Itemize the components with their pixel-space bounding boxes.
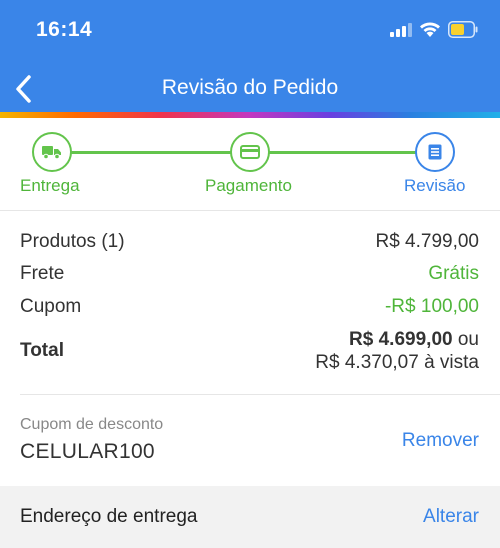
products-label: Produtos (1)	[20, 231, 125, 252]
shipping-value: Grátis	[428, 263, 479, 284]
coupon-summary-label: Cupom	[20, 296, 82, 317]
checkout-stepper: Entrega Pagamento Revisão	[0, 118, 500, 210]
shipping-label: Frete	[20, 263, 65, 284]
step-connector	[269, 151, 416, 154]
total-or: ou	[457, 329, 479, 350]
cellular-signal-icon	[390, 23, 412, 37]
total-value-line: R$ 4.699,00 ou	[349, 329, 479, 351]
page-title: Revisão do Pedido	[161, 76, 339, 99]
header: 16:14 Revisão do Pedido	[0, 0, 500, 112]
step-label-entrega: Entrega	[20, 176, 80, 195]
coupon-summary-value: -R$ 100,00	[384, 296, 479, 317]
truck-icon	[42, 146, 61, 160]
coupon-field-label: Cupom de desconto	[20, 416, 164, 433]
battery-icon	[448, 21, 478, 38]
step-label-revisao: Revisão	[404, 176, 466, 195]
section-divider	[0, 210, 500, 211]
credit-card-icon	[240, 145, 260, 159]
remove-coupon-button[interactable]: Remover	[402, 430, 479, 452]
step-connector	[71, 151, 231, 154]
step-label-pagamento: Pagamento	[205, 176, 292, 195]
section-divider	[20, 394, 500, 395]
step-revisao[interactable]	[415, 132, 455, 172]
address-title: Endereço de entrega	[20, 506, 198, 527]
status-time: 16:14	[36, 18, 93, 41]
status-bar: 16:14	[0, 0, 500, 58]
products-value: R$ 4.799,00	[375, 231, 479, 252]
nav-bar: Revisão do Pedido	[0, 62, 500, 112]
total-value: R$ 4.699,00	[349, 329, 453, 350]
total-label: Total	[20, 340, 64, 361]
coupon-code: CELULAR100	[20, 440, 155, 463]
document-icon	[428, 144, 442, 160]
address-section: Endereço de entrega Alterar	[0, 486, 500, 548]
change-address-button[interactable]: Alterar	[423, 506, 479, 528]
step-entrega[interactable]	[32, 132, 72, 172]
step-pagamento[interactable]	[230, 132, 270, 172]
total-cash-value: R$ 4.370,07 à vista	[315, 352, 479, 373]
wifi-icon	[420, 22, 440, 37]
